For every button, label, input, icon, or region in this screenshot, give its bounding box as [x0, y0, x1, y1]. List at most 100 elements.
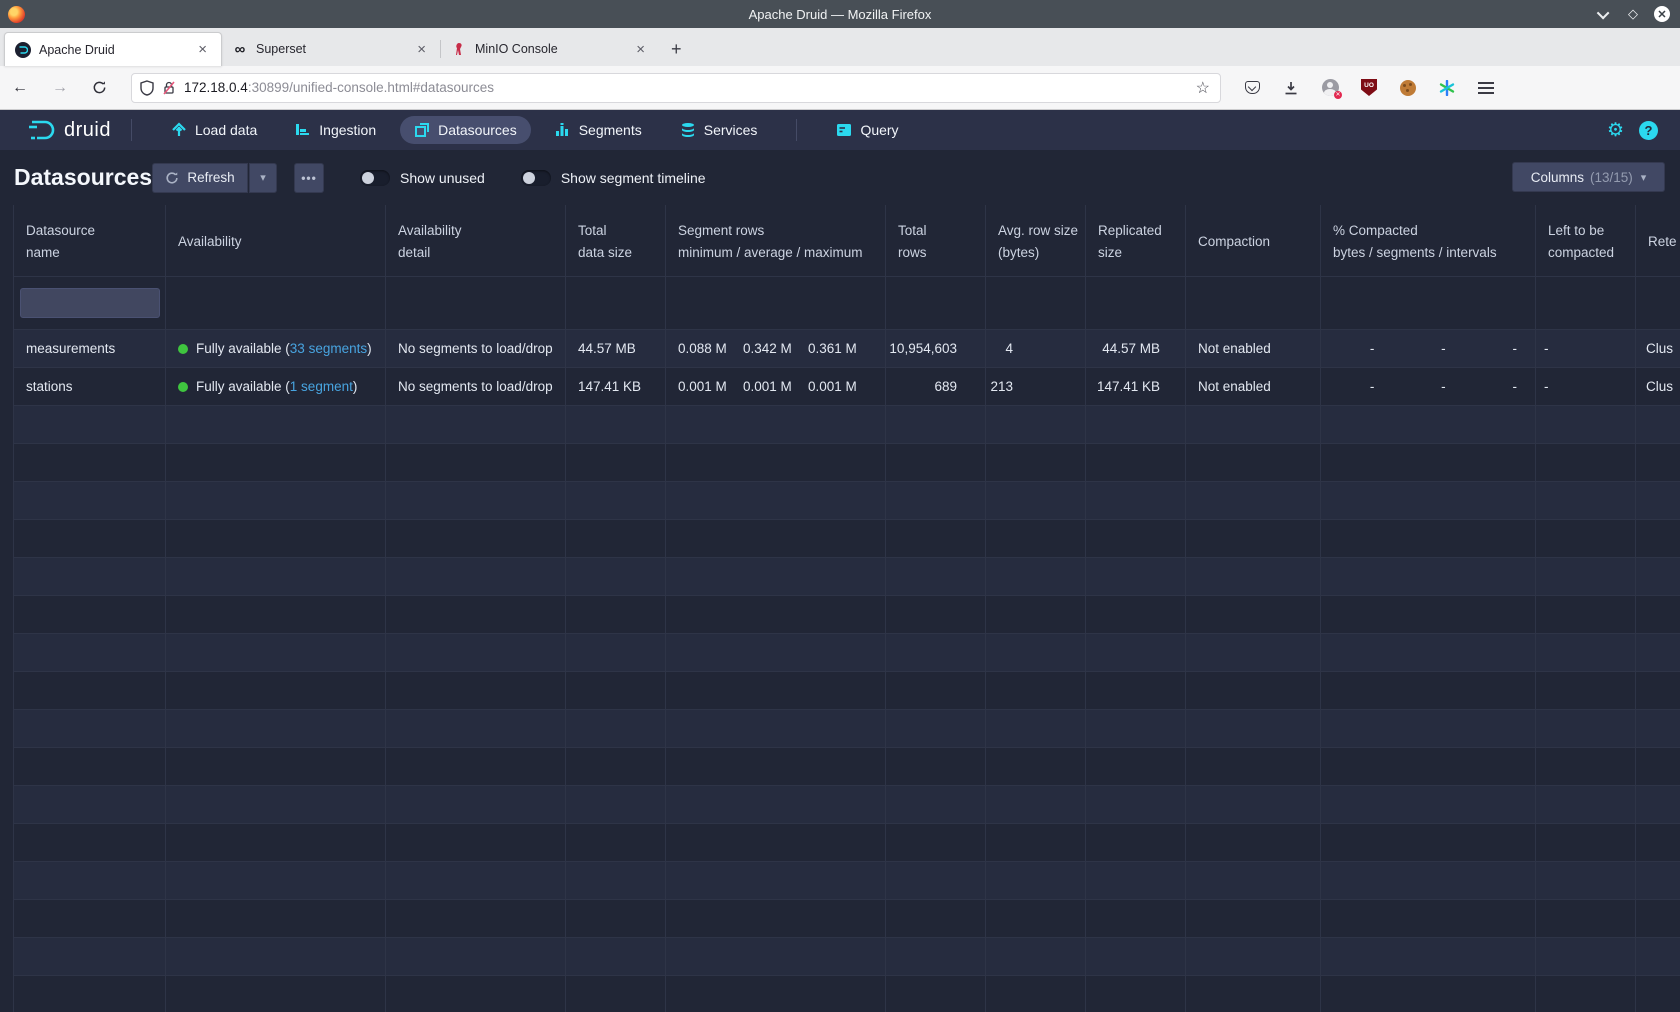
- col-header-availability-detail[interactable]: Availabilitydetail: [386, 205, 566, 276]
- empty-row: [14, 520, 1680, 558]
- downloads-icon[interactable]: [1282, 79, 1300, 97]
- maximize-icon[interactable]: ◇: [1625, 6, 1641, 22]
- bookmark-star-icon[interactable]: ☆: [1194, 78, 1212, 98]
- show-unused-toggle[interactable]: [360, 170, 390, 186]
- empty-row: [14, 786, 1680, 824]
- fully-available-dot-icon: [178, 344, 188, 354]
- avg-row-size-cell: 4: [986, 330, 1086, 367]
- table-row[interactable]: stations Fully available (1 segment) No …: [14, 368, 1680, 406]
- col-header-availability[interactable]: Availability: [166, 205, 386, 276]
- url-text: 172.18.0.4:30899/unified-console.html#da…: [184, 80, 1194, 95]
- tab-superset[interactable]: ∞ Superset ×: [222, 32, 440, 66]
- tab-apache-druid[interactable]: Apache Druid ×: [4, 32, 222, 66]
- empty-row: [14, 482, 1680, 520]
- availability-detail-cell: No segments to load/drop: [386, 330, 566, 367]
- forward-icon[interactable]: →: [40, 79, 80, 97]
- ublock-origin-icon[interactable]: UO: [1360, 79, 1378, 97]
- nav-load-data[interactable]: Load data: [157, 116, 271, 144]
- total-rows-cell: 10,954,603: [886, 330, 986, 367]
- datasource-filter-input[interactable]: [20, 288, 160, 318]
- browser-toolbar: ← → 172.18.0.4:30899/unified-console.htm…: [0, 66, 1680, 110]
- segments-link[interactable]: 1 segment: [290, 379, 353, 394]
- empty-row: [14, 976, 1680, 1012]
- col-header-retention[interactable]: Rete: [1636, 205, 1680, 276]
- empty-row: [14, 748, 1680, 786]
- close-tab-icon[interactable]: ×: [194, 41, 211, 58]
- account-disabled-icon[interactable]: ✕: [1321, 79, 1339, 97]
- segments-link[interactable]: 33 segments: [290, 341, 367, 356]
- nav-services[interactable]: Services: [666, 116, 772, 144]
- col-header-pct-compacted[interactable]: % Compactedbytes / segments / intervals: [1321, 205, 1536, 276]
- replicated-size-cell: 44.57 MB: [1086, 330, 1186, 367]
- show-segment-timeline-toggle[interactable]: [521, 170, 551, 186]
- shield-icon[interactable]: [140, 80, 154, 96]
- cookie-icon[interactable]: [1399, 79, 1417, 97]
- datasources-view: Datasources Refresh ▾ ••• Show unused Sh…: [0, 150, 1680, 1012]
- tab-minio-console[interactable]: MinIO Console ×: [441, 32, 659, 66]
- load-data-icon: [171, 122, 187, 138]
- show-unused-label: Show unused: [400, 170, 485, 186]
- nav-datasources[interactable]: Datasources: [400, 116, 531, 144]
- close-window-icon[interactable]: ✕: [1654, 6, 1670, 22]
- druid-favicon-icon: [15, 42, 31, 58]
- col-header-total-data-size[interactable]: Totaldata size: [566, 205, 666, 276]
- nav-segments[interactable]: Segments: [541, 116, 656, 144]
- empty-row: [14, 824, 1680, 862]
- url-input[interactable]: 172.18.0.4:30899/unified-console.html#da…: [131, 73, 1221, 103]
- replicated-size-cell: 147.41 KB: [1086, 368, 1186, 405]
- window-titlebar: Apache Druid — Mozilla Firefox ◇ ✕: [0, 0, 1680, 28]
- refresh-dropdown-button[interactable]: ▾: [249, 163, 277, 193]
- more-actions-button[interactable]: •••: [294, 163, 324, 193]
- pct-compacted-cell: ---: [1321, 368, 1536, 405]
- retention-cell[interactable]: Clus: [1636, 368, 1680, 405]
- retention-cell[interactable]: Clus: [1636, 330, 1680, 367]
- back-icon[interactable]: ←: [0, 79, 40, 97]
- minimize-icon[interactable]: [1596, 6, 1612, 22]
- lock-disabled-icon[interactable]: [162, 80, 176, 96]
- availability-cell: Fully available (1 segment): [166, 368, 386, 405]
- settings-gear-icon[interactable]: ⚙: [1607, 119, 1624, 142]
- extension-sparkle-icon[interactable]: [1438, 79, 1456, 97]
- datasource-name-cell[interactable]: measurements: [14, 330, 166, 367]
- col-header-datasource-name[interactable]: Datasourcename: [14, 205, 166, 276]
- empty-row: [14, 938, 1680, 976]
- minio-favicon-icon: [451, 41, 467, 57]
- chevron-down-icon: ▾: [1641, 171, 1647, 184]
- col-header-avg-row-size[interactable]: Avg. row size(bytes): [986, 205, 1086, 276]
- new-tab-button[interactable]: +: [659, 39, 694, 66]
- col-header-compaction[interactable]: Compaction: [1186, 205, 1321, 276]
- empty-row: [14, 672, 1680, 710]
- empty-row: [14, 406, 1680, 444]
- total-data-size-cell: 44.57 MB: [566, 330, 666, 367]
- services-icon: [680, 122, 696, 138]
- col-header-left-to-be-compacted[interactable]: Left to becompacted: [1536, 205, 1636, 276]
- left-to-compact-cell: -: [1536, 368, 1636, 405]
- columns-button[interactable]: Columns (13/15) ▾: [1512, 162, 1665, 192]
- table-row[interactable]: measurements Fully available (33 segment…: [14, 330, 1680, 368]
- left-to-compact-cell: -: [1536, 330, 1636, 367]
- close-tab-icon[interactable]: ×: [413, 41, 430, 58]
- nav-query[interactable]: Query: [822, 116, 912, 144]
- datasources-table: Datasourcename Availability Availability…: [0, 205, 1680, 1012]
- druid-logo[interactable]: druid: [26, 118, 111, 142]
- compaction-cell: Not enabled: [1186, 368, 1321, 405]
- reload-icon[interactable]: [80, 80, 119, 95]
- compaction-cell: Not enabled: [1186, 330, 1321, 367]
- help-icon[interactable]: ?: [1639, 121, 1658, 140]
- availability-detail-cell: No segments to load/drop: [386, 368, 566, 405]
- col-header-replicated-size[interactable]: Replicatedsize: [1086, 205, 1186, 276]
- col-header-total-rows[interactable]: Totalrows: [886, 205, 986, 276]
- fully-available-dot-icon: [178, 382, 188, 392]
- empty-row: [14, 900, 1680, 938]
- superset-favicon-icon: ∞: [232, 41, 248, 57]
- close-tab-icon[interactable]: ×: [632, 41, 649, 58]
- menu-hamburger-icon[interactable]: [1477, 79, 1495, 97]
- col-header-segment-rows[interactable]: Segment rowsminimum / average / maximum: [666, 205, 886, 276]
- datasource-name-cell[interactable]: stations: [14, 368, 166, 405]
- segment-rows-cell: 0.001 M0.001 M0.001 M: [666, 368, 886, 405]
- pocket-icon[interactable]: [1243, 79, 1261, 97]
- nav-ingestion[interactable]: Ingestion: [281, 116, 390, 144]
- refresh-button[interactable]: Refresh: [152, 163, 248, 193]
- total-data-size-cell: 147.41 KB: [566, 368, 666, 405]
- ingestion-icon: [295, 122, 311, 138]
